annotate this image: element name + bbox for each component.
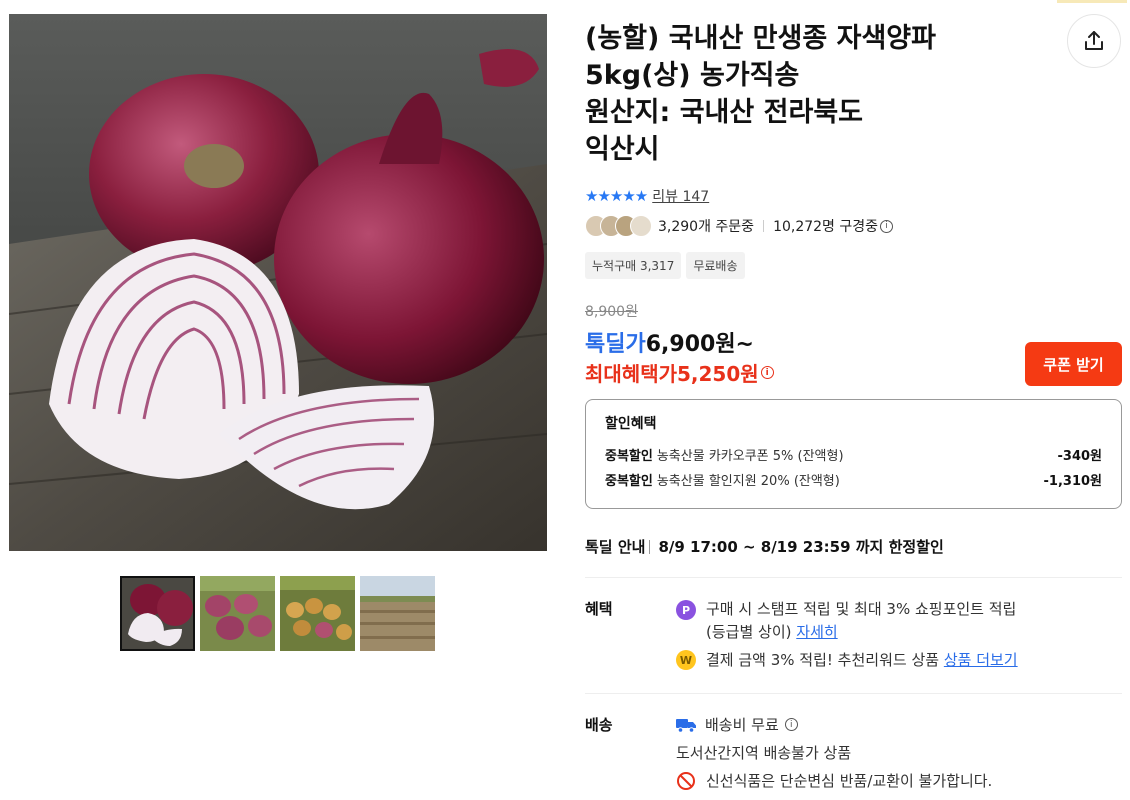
benefit-reward-text: 결제 금액 3% 적립! 추천리워드 상품 <box>706 651 940 669</box>
benefit-detail-link[interactable]: 자세히 <box>796 623 837 641</box>
point-icon: P <box>676 600 696 620</box>
max-benefit-line: 최대혜택가 5,250원 i <box>585 358 774 387</box>
review-link[interactable]: 리뷰 147 <box>652 186 709 206</box>
divider <box>763 220 765 232</box>
divider <box>649 539 651 554</box>
activity-stats: 3,290개 주문중 10,272명 구경중 i <box>585 215 894 237</box>
discount-row: 중복할인 농축산물 할인지원 20% (잔액형) -1,310원 <box>605 470 1102 489</box>
truck-icon <box>676 718 696 733</box>
discount-amount: -1,310원 <box>1043 474 1102 489</box>
shipping-fee-line: 배송비 무료 i <box>676 714 798 735</box>
avatar <box>630 215 652 237</box>
order-count: 3,290개 주문중 <box>658 219 755 235</box>
sale-price: 6,900원~ <box>645 332 754 357</box>
share-tooltip-accent <box>1057 0 1127 3</box>
benefit-point-text: 구매 시 스탬프 적립 및 최대 3% 쇼핑포인트 적립 <box>706 600 1017 618</box>
chip-total-purchase: 누적구매 3,317 <box>585 252 682 279</box>
reward-icon: W <box>676 650 696 670</box>
discount-type: 중복할인 <box>605 474 653 489</box>
sale-price-line: 톡딜가 6,900원~ <box>585 326 754 358</box>
main-product-image <box>9 14 547 551</box>
shipping-note-line: 도서산간지역 배송불가 상품 <box>676 742 851 763</box>
discount-desc: 농축산물 카카오쿠폰 5% (잔액형) <box>656 449 844 464</box>
buyer-avatars <box>585 215 652 237</box>
sale-tag: 톡딜가 <box>585 332 646 357</box>
discount-desc: 농축산물 할인지원 20% (잔액형) <box>656 474 840 489</box>
shipping-label: 배송 <box>585 716 613 734</box>
share-icon <box>1085 31 1103 50</box>
discount-type: 중복할인 <box>605 449 653 464</box>
product-title: (농할) 국내산 만생종 자색양파 5kg(상) 농가직송 원산지: 국내산 전… <box>585 23 936 165</box>
discount-row: 중복할인 농축산물 카카오쿠폰 5% (잔액형) -340원 <box>605 445 1102 464</box>
shipping-warning-line: 신선식품은 단순변심 반품/교환이 불가합니다. <box>676 770 992 791</box>
original-price: 8,900원 <box>585 304 638 320</box>
product-chips: 누적구매 3,317 무료배송 <box>585 252 745 279</box>
max-benefit-label: 최대혜택가 <box>585 362 677 386</box>
discount-amount: -340원 <box>1057 449 1103 464</box>
thumbnail-3[interactable] <box>280 576 355 651</box>
thumbnail-1[interactable] <box>120 576 195 651</box>
benefit-point-note: (등급별 상이) <box>706 623 792 641</box>
share-button[interactable] <box>1067 14 1121 68</box>
shipping-fee: 배송비 무료 <box>705 716 779 734</box>
section-divider <box>585 693 1122 694</box>
prohibited-icon <box>677 771 695 790</box>
chip-free-shipping: 무료배송 <box>686 252 745 279</box>
shipping-note: 도서산간지역 배송불가 상품 <box>676 744 852 762</box>
special-label: 톡딜 안내 <box>585 538 646 556</box>
thumbnail-strip <box>120 576 435 651</box>
viewer-count: 10,272명 구경중 <box>773 219 879 235</box>
max-benefit-price: 5,250원 <box>677 362 759 386</box>
rating-row: ★★★★★ 리뷰 147 <box>585 186 709 206</box>
thumbnail-2[interactable] <box>200 576 275 651</box>
discount-heading: 할인혜택 <box>605 416 657 432</box>
rating-stars: ★★★★★ <box>585 187 648 205</box>
special-deal-notice: 톡딜 안내 8/9 17:00 ~ 8/19 23:59 까지 한정할인 <box>585 536 944 557</box>
thumbnail-4[interactable] <box>360 576 435 651</box>
more-products-link[interactable]: 상품 더보기 <box>944 651 1018 669</box>
benefit-reward-line: W 결제 금액 3% 적립! 추천리워드 상품 상품 더보기 <box>676 649 1018 672</box>
discount-box: 할인혜택 중복할인 농축산물 카카오쿠폰 5% (잔액형) -340원 중복할인 농… <box>585 399 1122 509</box>
coupon-button[interactable]: 쿠폰 받기 <box>1025 342 1122 386</box>
benefit-label: 혜택 <box>585 600 613 618</box>
info-icon[interactable]: i <box>784 718 798 731</box>
section-divider <box>585 577 1122 578</box>
info-icon[interactable]: i <box>760 366 774 379</box>
shipping-warning: 신선식품은 단순변심 반품/교환이 불가합니다. <box>706 772 993 790</box>
info-icon[interactable]: i <box>880 219 894 233</box>
special-period: 8/9 17:00 ~ 8/19 23:59 까지 한정할인 <box>658 538 944 556</box>
benefit-point-line: P 구매 시 스탬프 적립 및 최대 3% 쇼핑포인트 적립 (등급별 상이) … <box>676 598 1016 644</box>
